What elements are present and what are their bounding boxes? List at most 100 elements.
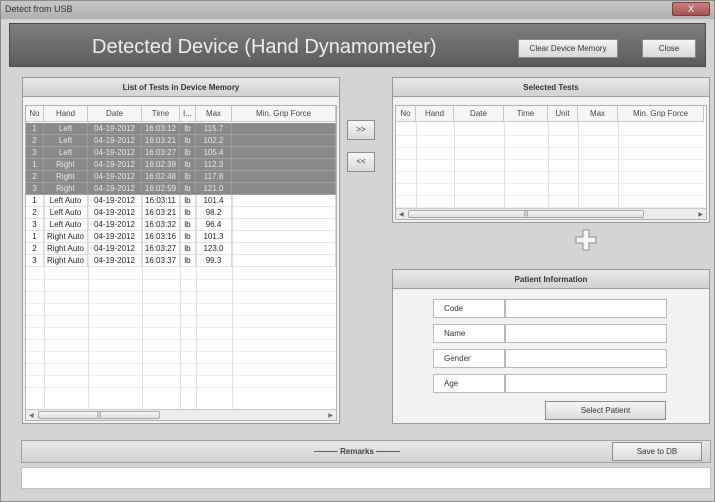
code-input[interactable] (505, 299, 667, 318)
table-cell: Right (44, 171, 88, 183)
grid-row-line (26, 375, 336, 376)
table-cell (232, 171, 336, 183)
column-header: Date (454, 106, 504, 122)
table-row[interactable]: 2 Right 04-19-2012 16:02:48 lb 117.8 (26, 171, 336, 183)
table-cell: 117.8 (196, 171, 232, 183)
table-cell: lb (180, 147, 196, 159)
table-cell: Right Auto (44, 243, 88, 255)
plus-icon (575, 229, 597, 251)
remove-from-selected-button[interactable]: << (347, 152, 375, 172)
table-cell: 98.2 (196, 207, 232, 219)
table-cell: Left Auto (44, 207, 88, 219)
table-cell: lb (180, 219, 196, 231)
table-cell: 04-19-2012 (88, 171, 142, 183)
table-cell (232, 243, 336, 255)
table-cell: 1 (26, 195, 44, 207)
table-cell (232, 231, 336, 243)
clear-device-memory-button[interactable]: Clear Device Memory (518, 39, 618, 58)
table-cell: lb (180, 243, 196, 255)
scroll-left-icon[interactable]: ◀ (399, 211, 404, 218)
grid-row-line (396, 183, 704, 184)
table-cell: 1 (26, 231, 44, 243)
select-patient-button[interactable]: Select Patient (545, 401, 666, 420)
grid-row-line (26, 327, 336, 328)
table-row[interactable]: 1 Left Auto 04-19-2012 16:03:11 lb 101.4 (26, 195, 336, 207)
selected-tests-panel: Selected Tests No Hand Date Time Unit Max Min.… (392, 77, 710, 223)
table-cell: 3 (26, 255, 44, 267)
table-row[interactable]: 2 Right Auto 04-19-2012 16:03:27 lb 123.0 (26, 243, 336, 255)
scroll-right-icon[interactable]: ▶ (698, 211, 703, 218)
table-cell: Left Auto (44, 219, 88, 231)
remarks-textarea[interactable] (21, 467, 711, 489)
column-header: No (396, 106, 416, 122)
table-row[interactable]: 2 Left Auto 04-19-2012 16:03:21 lb 98.2 (26, 207, 336, 219)
name-input[interactable] (505, 324, 667, 343)
close-button[interactable]: Close (642, 39, 696, 58)
table-cell: 123.0 (196, 243, 232, 255)
table-cell (232, 183, 336, 195)
table-cell (232, 123, 336, 135)
field-label-name: Name (433, 324, 505, 343)
column-header: Hand (44, 106, 88, 122)
table-cell: 101.3 (196, 231, 232, 243)
grid-row-line (396, 135, 704, 136)
scroll-left-icon[interactable]: ◀ (29, 412, 34, 419)
selected-tests-grid[interactable]: No Hand Date Time Unit Max Min. Grip Force ◀ |||… (395, 105, 707, 220)
horizontal-scrollbar[interactable]: ◀ ||| ▶ (26, 409, 336, 420)
table-cell: 16:03:32 (142, 219, 180, 231)
table-cell: Right (44, 159, 88, 171)
table-cell: Right Auto (44, 231, 88, 243)
table-cell: 3 (26, 147, 44, 159)
table-cell (232, 195, 336, 207)
grid-row-line (26, 351, 336, 352)
table-cell: 04-19-2012 (88, 231, 142, 243)
table-cell: 16:03:27 (142, 243, 180, 255)
table-cell: lb (180, 207, 196, 219)
table-row[interactable]: 3 Right Auto 04-19-2012 16:03:37 lb 99.3 (26, 255, 336, 267)
scrollbar-thumb[interactable]: ||| (38, 411, 160, 419)
table-row[interactable]: 2 Left 04-19-2012 16:03:21 lb 102.2 (26, 135, 336, 147)
table-cell (232, 147, 336, 159)
table-row[interactable]: 1 Right Auto 04-19-2012 16:03:16 lb 101.3 (26, 231, 336, 243)
table-cell: 2 (26, 171, 44, 183)
tests-in-memory-panel: List of Tests in Device Memory No Hand Dat… (22, 77, 340, 424)
grid-row-line (396, 147, 704, 148)
table-cell: 3 (26, 183, 44, 195)
grid-row-line (26, 363, 336, 364)
column-header: Date (88, 106, 142, 122)
age-input[interactable] (505, 374, 667, 393)
table-cell: lb (180, 171, 196, 183)
table-cell: lb (180, 255, 196, 267)
field-label-age: Age (433, 374, 505, 393)
table-row[interactable]: 3 Left 04-19-2012 16:03:27 lb 105.4 (26, 147, 336, 159)
add-to-selected-button[interactable]: >> (347, 120, 375, 140)
tests-grid[interactable]: No Hand Date Time I... Max Min. Grip Force 1 Lef… (25, 105, 337, 421)
table-row[interactable]: 3 Left Auto 04-19-2012 16:03:32 lb 96.4 (26, 219, 336, 231)
table-cell: 101.4 (196, 195, 232, 207)
table-cell: lb (180, 231, 196, 243)
grid-row-line (396, 195, 704, 196)
tests-panel-title: List of Tests in Device Memory (23, 78, 339, 97)
table-cell: 16:03:21 (142, 135, 180, 147)
table-cell: 16:03:27 (142, 147, 180, 159)
grid-row-line (396, 171, 704, 172)
scroll-right-icon[interactable]: ▶ (328, 412, 333, 419)
table-cell: 16:03:37 (142, 255, 180, 267)
window-close-button[interactable]: X (672, 2, 710, 16)
horizontal-scrollbar[interactable]: ◀ ||| ▶ (396, 208, 706, 219)
save-to-db-button[interactable]: Save to DB (612, 442, 702, 461)
gender-input[interactable] (505, 349, 667, 368)
grid-row-line (26, 279, 336, 280)
column-header: Hand (416, 106, 454, 122)
header-banner: Detected Device (Hand Dynamometer) Clear… (9, 23, 706, 67)
table-cell: 04-19-2012 (88, 135, 142, 147)
table-cell: lb (180, 123, 196, 135)
table-row[interactable]: 1 Right 04-19-2012 16:02:39 lb 112.3 (26, 159, 336, 171)
column-header: Max (578, 106, 618, 122)
scrollbar-thumb[interactable]: ||| (408, 210, 644, 218)
window-title: Detect from USB (5, 4, 73, 14)
table-cell: Left (44, 135, 88, 147)
table-row[interactable]: 3 Right 04-19-2012 16:02:59 lb 121.0 (26, 183, 336, 195)
table-row[interactable]: 1 Left 04-19-2012 16:03:12 lb 115.7 (26, 123, 336, 135)
table-cell: 16:03:16 (142, 231, 180, 243)
